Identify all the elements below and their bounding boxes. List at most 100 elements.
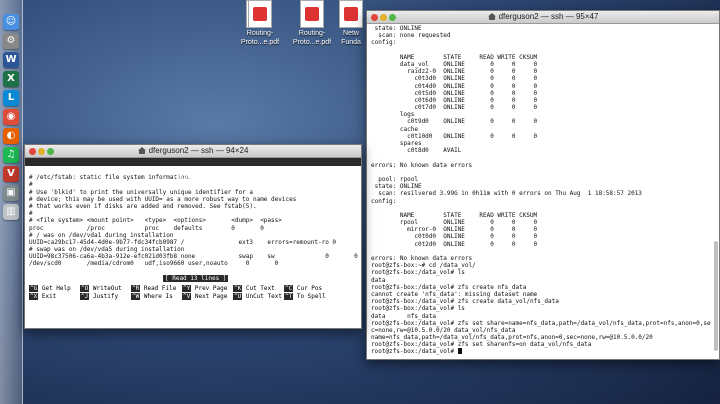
nano-shortcuts-row-2: ^X Exit ^J Justify ^W Where Is ^V Next Page… bbox=[29, 293, 335, 300]
terminal-line: # swap was on /dev/vda5 during installat… bbox=[29, 246, 185, 254]
desktop-icon-4[interactable]: Netw Funda bbox=[336, 0, 366, 47]
shortcut-key: ^J bbox=[80, 293, 90, 300]
word-icon[interactable]: W bbox=[3, 52, 19, 68]
spotify-icon[interactable]: ♫ bbox=[3, 147, 19, 163]
nano-shortcut[interactable]: ^G Get Help bbox=[29, 285, 80, 292]
ssh-terminal-window-right[interactable]: dferguson2 — ssh — 95×47 state: ONLINE s… bbox=[366, 10, 720, 360]
terminal-line: state: ONLINE bbox=[371, 183, 422, 191]
close-button[interactable] bbox=[29, 148, 36, 155]
terminal-line: config: bbox=[371, 39, 397, 47]
finder-icon[interactable]: ☺ bbox=[3, 14, 19, 30]
terminal-line: config: bbox=[371, 197, 397, 205]
terminal-line: cannot create 'nfs_data': missing datase… bbox=[371, 290, 538, 298]
shortcut-label: Prev Page bbox=[191, 285, 228, 292]
shortcut-label: Exit bbox=[38, 293, 57, 300]
nano-shortcut[interactable]: ^X Exit bbox=[29, 293, 80, 300]
firefox-icon[interactable]: ◐ bbox=[3, 128, 19, 144]
nano-shortcut[interactable]: ^K Cut Text bbox=[233, 285, 284, 292]
nano-status-message: [ Read 13 lines ] bbox=[163, 275, 229, 282]
terminal-line: data nfs_data bbox=[371, 312, 437, 320]
terminal-line: errors: No known data errors bbox=[371, 161, 473, 169]
desktop-icon-label: Netw Funda bbox=[341, 30, 361, 46]
shortcut-key: ^Y bbox=[182, 285, 192, 292]
terminal-line: c=none,rw=@10.5.0.0/20 data_vol/nfs_data bbox=[371, 326, 516, 334]
home-icon bbox=[487, 13, 496, 20]
nano-shortcut[interactable]: ^O WriteOut bbox=[80, 285, 131, 292]
desktop-icon-label: Routing- Proto...e.pdf bbox=[292, 30, 332, 46]
chrome-icon[interactable]: ◉ bbox=[3, 109, 19, 125]
terminal-line: # <file system> <mount point> <type> <op… bbox=[29, 217, 282, 225]
terminal-line: # / was on /dev/vda1 during installation bbox=[29, 231, 174, 239]
terminal-line: state: ONLINE bbox=[371, 25, 422, 32]
excel-icon[interactable]: X bbox=[3, 71, 19, 87]
terminal-line: # bbox=[29, 210, 33, 218]
lync-icon[interactable]: L bbox=[3, 90, 19, 106]
minimize-button[interactable] bbox=[380, 14, 387, 21]
nano-shortcut[interactable]: ^T To Spell bbox=[284, 293, 335, 300]
vpn-icon[interactable]: V bbox=[3, 166, 19, 182]
dock: ☺ ⚙ W X L ◉ ◐ ♫ V ▣ ▥ bbox=[0, 0, 23, 404]
desktop-icon-3[interactable]: Routing- Proto...e.pdf bbox=[284, 0, 340, 47]
nano-shortcut[interactable]: ^C Cur Pos bbox=[284, 285, 335, 292]
shortcut-label: Justify bbox=[89, 293, 119, 300]
shortcut-key: ^K bbox=[233, 285, 243, 292]
nano-shortcut[interactable]: ^Y Prev Page bbox=[182, 285, 233, 292]
terminal-line: rpool ONLINE 0 0 0 bbox=[371, 219, 538, 227]
shortcut-key: ^G bbox=[29, 285, 39, 292]
terminal-line: NAME STATE READ WRITE CKSUM bbox=[371, 53, 538, 61]
shortcut-label: Next Page bbox=[191, 293, 228, 300]
nano-shortcut[interactable]: ^J Justify bbox=[80, 293, 131, 300]
terminal-line: root@zfs-box:/data_vol# ls bbox=[371, 305, 465, 313]
terminal-output[interactable]: state: ONLINE scan: none requested config… bbox=[367, 24, 719, 356]
terminal-line: c0t0d0 ONLINE 0 0 0 bbox=[371, 233, 538, 241]
close-button[interactable] bbox=[371, 14, 378, 21]
shortcut-label: UnCut Text bbox=[242, 293, 282, 300]
terminal-line: logs bbox=[371, 111, 415, 119]
terminal-line: errors: No known data errors bbox=[371, 255, 473, 262]
terminal-line: UUID=ca29bc17-45d4-4d0e-9b77-fdc34fcb098… bbox=[29, 238, 358, 246]
app-icon[interactable]: ⚙ bbox=[3, 33, 19, 49]
trash-icon[interactable]: ▥ bbox=[3, 204, 19, 220]
home-icon bbox=[137, 147, 146, 154]
pdf-icon bbox=[248, 0, 272, 28]
nano-version: GNU nano 2.2.4 bbox=[47, 166, 99, 173]
nano-shortcut[interactable]: ^U UnCut Text bbox=[233, 293, 284, 300]
nano-shortcut[interactable]: ^V Next Page bbox=[182, 293, 233, 300]
nano-shortcut[interactable]: ^R Read File bbox=[131, 285, 182, 292]
terminal-line: # device; this may be used with UUID= as… bbox=[29, 195, 297, 203]
terminal-line: # bbox=[29, 181, 358, 188]
scrollbar[interactable] bbox=[714, 241, 718, 351]
nano-shortcuts-row-1: ^G Get Help ^O WriteOut ^R Read File ^Y Pre… bbox=[29, 285, 335, 292]
terminal-line: c0t9d0 ONLINE 0 0 0 bbox=[371, 118, 538, 126]
terminal-line: proc /proc proc defaults 0 0 bbox=[29, 224, 264, 232]
zoom-button[interactable] bbox=[389, 14, 396, 21]
terminal-line: c0t2d0 ONLINE 0 0 0 bbox=[371, 240, 538, 248]
shortcut-label: Cur Pos bbox=[293, 285, 323, 292]
minimize-button[interactable] bbox=[38, 148, 45, 155]
shortcut-label: Get Help bbox=[38, 285, 71, 292]
window-titlebar[interactable]: dferguson2 — ssh — 95×47 bbox=[367, 11, 719, 24]
window-titlebar[interactable]: dferguson2 — ssh — 94×24 bbox=[25, 145, 361, 158]
terminal-line: c0t8d0 AVAIL bbox=[371, 147, 462, 155]
shortcut-label: WriteOut bbox=[89, 285, 122, 292]
desktop-icon-2[interactable]: Routing- Proto...e.pdf bbox=[232, 0, 288, 47]
nano-shortcut[interactable]: ^W Where Is bbox=[131, 293, 182, 300]
terminal-line: mirror-0 ONLINE 0 0 0 bbox=[371, 226, 538, 234]
shortcut-key: ^W bbox=[131, 293, 141, 300]
box-icon[interactable]: ▣ bbox=[3, 185, 19, 201]
terminal-line: data_vol ONLINE 0 0 0 bbox=[371, 60, 538, 68]
ssh-terminal-window-left[interactable]: dferguson2 — ssh — 94×24 GNU nano 2.2.4 … bbox=[24, 144, 362, 329]
zoom-button[interactable] bbox=[47, 148, 54, 155]
shortcut-key: ^R bbox=[131, 285, 141, 292]
terminal-line: name=nfs_data,path=/data_vol/nfs_data,pr… bbox=[371, 334, 653, 342]
terminal-line: pool: rpool bbox=[371, 175, 418, 183]
shortcut-label: Cut Text bbox=[242, 285, 275, 292]
terminal-line: c0t5d0 ONLINE 0 0 0 bbox=[371, 89, 538, 97]
terminal-line: c0t6d0 ONLINE 0 0 0 bbox=[371, 96, 538, 104]
terminal-line: c0t4d0 ONLINE 0 0 0 bbox=[371, 82, 538, 90]
terminal-line: root@zfs-box:/data_vol# zfs set sharenfs… bbox=[371, 341, 592, 349]
